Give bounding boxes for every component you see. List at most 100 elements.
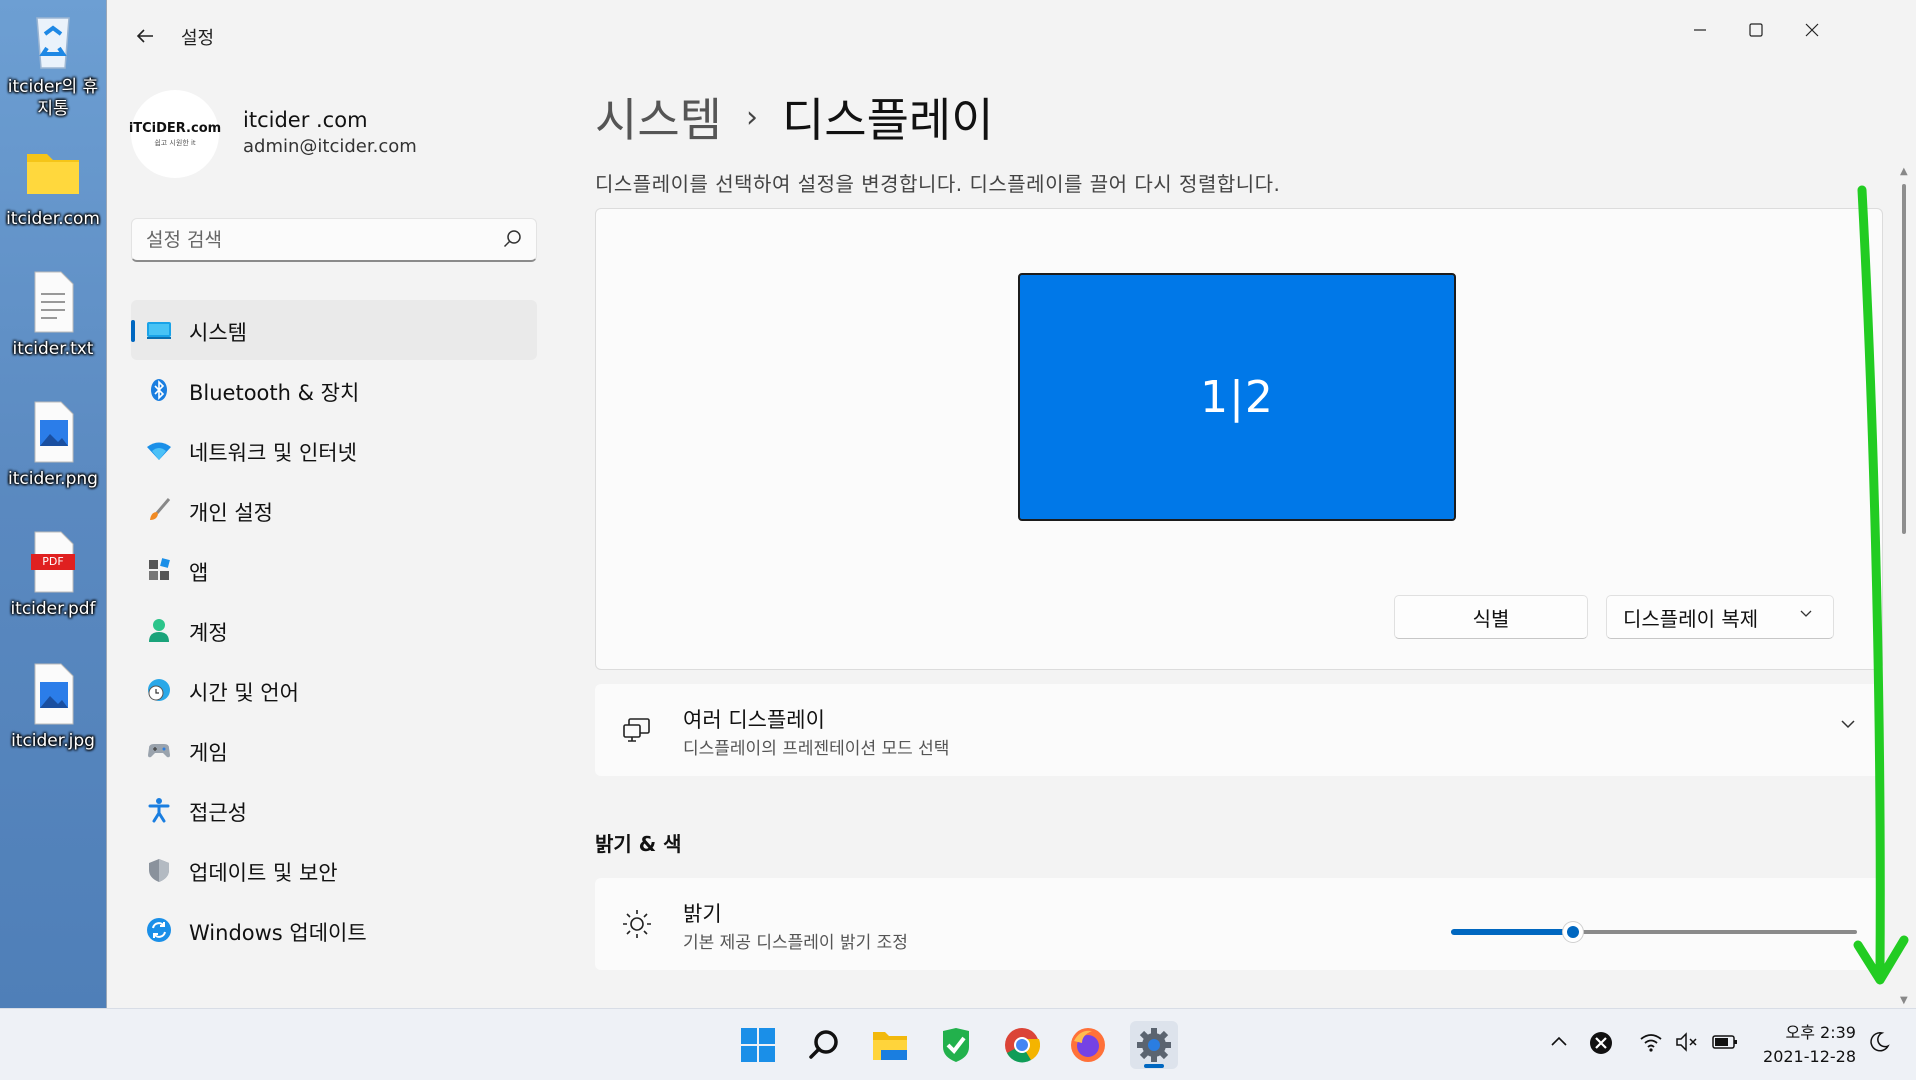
- brightness-title: 밝기: [683, 902, 722, 926]
- file-explorer-icon: [873, 1032, 907, 1060]
- taskbar-file-explorer[interactable]: [866, 1021, 914, 1069]
- sidebar-item-accounts[interactable]: 계정: [131, 600, 537, 660]
- scroll-down-arrow-icon[interactable]: ▼: [1900, 995, 1908, 1006]
- taskbar-firefox[interactable]: [1064, 1021, 1112, 1069]
- taskbar: 오후 2:39 2021-12-28: [0, 1008, 1916, 1080]
- close-button[interactable]: [1782, 10, 1842, 50]
- desktop-icon-folder[interactable]: itcider.com: [4, 140, 102, 230]
- section-heading-brightness-color: 밝기 & 색: [595, 832, 682, 856]
- settings-window: 설정 iTCiDER.com 쉽고 시원한 it itcider .com ad…: [106, 0, 1916, 1008]
- system-icon: [145, 316, 173, 344]
- sun-icon: [621, 908, 653, 940]
- identify-button[interactable]: 식별: [1394, 595, 1588, 639]
- settings-icon: [1137, 1028, 1171, 1062]
- sidebar-item-label: Windows 업데이트: [189, 921, 367, 945]
- sidebar-item-windows-update[interactable]: Windows 업데이트: [131, 900, 537, 960]
- taskbar-clock[interactable]: 오후 2:39 2021-12-28: [1763, 1021, 1856, 1069]
- image-file-icon: [23, 662, 83, 726]
- avatar-tagline: 쉽고 시원한 it: [154, 138, 196, 147]
- scrollbar[interactable]: ▲ ▼: [1898, 166, 1912, 1006]
- sidebar-item-bluetooth[interactable]: Bluetooth & 장치: [131, 360, 537, 420]
- search-input[interactable]: [146, 225, 486, 255]
- pdf-file-icon: PDF: [23, 530, 83, 594]
- sidebar-item-label: Bluetooth & 장치: [189, 381, 360, 405]
- sidebar-item-gaming[interactable]: 게임: [131, 720, 537, 780]
- sidebar-item-time-language[interactable]: 시간 및 언어: [131, 660, 537, 720]
- display-arrangement-panel: 1|2 식별 디스플레이 복제: [595, 208, 1883, 670]
- tray-overflow-chevron-up-icon[interactable]: [1546, 1031, 1572, 1057]
- search-icon[interactable]: [502, 228, 524, 250]
- monitor-tile[interactable]: 1|2: [1018, 273, 1456, 521]
- bluetooth-icon: [145, 376, 173, 404]
- start-icon: [741, 1028, 775, 1062]
- sidebar-item-label: 계정: [189, 621, 228, 645]
- desktop-icon-label: itcider.jpg: [11, 731, 95, 751]
- recycle-bin-icon: [23, 8, 83, 72]
- maximize-button[interactable]: [1726, 10, 1786, 50]
- slider-thumb[interactable]: [1562, 922, 1583, 942]
- desktop-icon-txt[interactable]: itcider.txt: [4, 270, 102, 360]
- duplicate-display-label: 디스플레이 복제: [1623, 606, 1759, 631]
- tray-battery-icon[interactable]: [1712, 1031, 1738, 1057]
- desktop-icon-recycle-bin[interactable]: itcider의 휴지통: [4, 8, 102, 120]
- tray-close-circle-icon[interactable]: [1588, 1031, 1614, 1057]
- sidebar-item-apps[interactable]: 앱: [131, 540, 537, 600]
- identify-button-label: 식별: [1472, 606, 1510, 631]
- brush-icon: [145, 496, 173, 524]
- checkmark-app-icon: [943, 1028, 969, 1062]
- sidebar-item-personalization[interactable]: 개인 설정: [131, 480, 537, 540]
- desktop-icon-pdf[interactable]: PDF itcider.pdf: [4, 530, 102, 620]
- focus-assist-moon-icon[interactable]: [1866, 1031, 1892, 1057]
- breadcrumb-parent-system[interactable]: 시스템: [595, 84, 722, 150]
- active-indicator: [131, 320, 135, 342]
- pdf-badge: PDF: [42, 555, 64, 568]
- sidebar-item-network[interactable]: 네트워크 및 인터넷: [131, 420, 537, 480]
- brightness-subtitle: 기본 제공 디스플레이 밝기 조정: [683, 933, 908, 953]
- desktop-icon-jpg[interactable]: itcider.jpg: [4, 662, 102, 752]
- sidebar-item-label: 시간 및 언어: [189, 681, 299, 705]
- sidebar-item-label: 네트워크 및 인터넷: [189, 441, 357, 465]
- sidebar-item-accessibility[interactable]: 접근성: [131, 780, 537, 840]
- update-icon: [145, 916, 173, 944]
- desktop-icon-label: itcider.com: [6, 209, 100, 229]
- clock-globe-icon: [145, 676, 173, 704]
- sidebar-item-label: 게임: [189, 741, 228, 765]
- clock-time: 오후 2:39: [1785, 1023, 1856, 1042]
- gamepad-icon: [145, 736, 173, 764]
- multiple-displays-icon: [621, 714, 653, 746]
- user-profile[interactable]: iTCiDER.com 쉽고 시원한 it itcider .com admin…: [129, 90, 551, 180]
- taskbar-search-button[interactable]: [800, 1021, 848, 1069]
- desktop-icon-label: itcider의 휴지통: [7, 77, 99, 119]
- back-button[interactable]: [129, 22, 161, 54]
- brightness-card: 밝기 기본 제공 디스플레이 밝기 조정: [595, 878, 1883, 970]
- brightness-slider[interactable]: [1451, 922, 1857, 942]
- duplicate-display-dropdown[interactable]: 디스플레이 복제: [1606, 595, 1834, 639]
- sidebar-item-label: 개인 설정: [189, 501, 273, 525]
- avatar: iTCiDER.com 쉽고 시원한 it: [129, 90, 221, 178]
- settings-search-box[interactable]: [131, 218, 537, 262]
- sidebar-item-label: 앱: [189, 561, 209, 585]
- chevron-down-icon[interactable]: [1839, 714, 1857, 739]
- breadcrumb-separator: ›: [745, 99, 758, 135]
- taskbar-check-app[interactable]: [932, 1021, 980, 1069]
- taskbar-settings[interactable]: [1130, 1021, 1178, 1069]
- minimize-icon: [1694, 29, 1706, 31]
- sidebar-item-system[interactable]: 시스템: [131, 300, 537, 360]
- desktop-icon-label: itcider.png: [8, 469, 98, 489]
- multiple-displays-subtitle: 디스플레이의 프레젠테이션 모드 선택: [683, 739, 950, 759]
- scrollbar-thumb[interactable]: [1902, 184, 1906, 534]
- tray-wifi-icon[interactable]: [1638, 1031, 1664, 1057]
- desktop-icon-label: itcider.txt: [12, 339, 94, 359]
- breadcrumb: 시스템 › 디스플레이: [595, 84, 994, 150]
- image-file-icon: [23, 400, 83, 464]
- firefox-icon: [1071, 1028, 1105, 1062]
- multiple-displays-card[interactable]: 여러 디스플레이 디스플레이의 프레젠테이션 모드 선택: [595, 684, 1883, 776]
- chrome-icon: [1005, 1028, 1040, 1063]
- tray-volume-muted-icon[interactable]: [1674, 1031, 1700, 1057]
- scroll-up-arrow-icon[interactable]: ▲: [1900, 166, 1908, 177]
- desktop-icon-png[interactable]: itcider.png: [4, 400, 102, 490]
- minimize-button[interactable]: [1670, 10, 1730, 50]
- start-button[interactable]: [734, 1021, 782, 1069]
- taskbar-chrome[interactable]: [998, 1021, 1046, 1069]
- sidebar-item-update-security[interactable]: 업데이트 및 보안: [131, 840, 537, 900]
